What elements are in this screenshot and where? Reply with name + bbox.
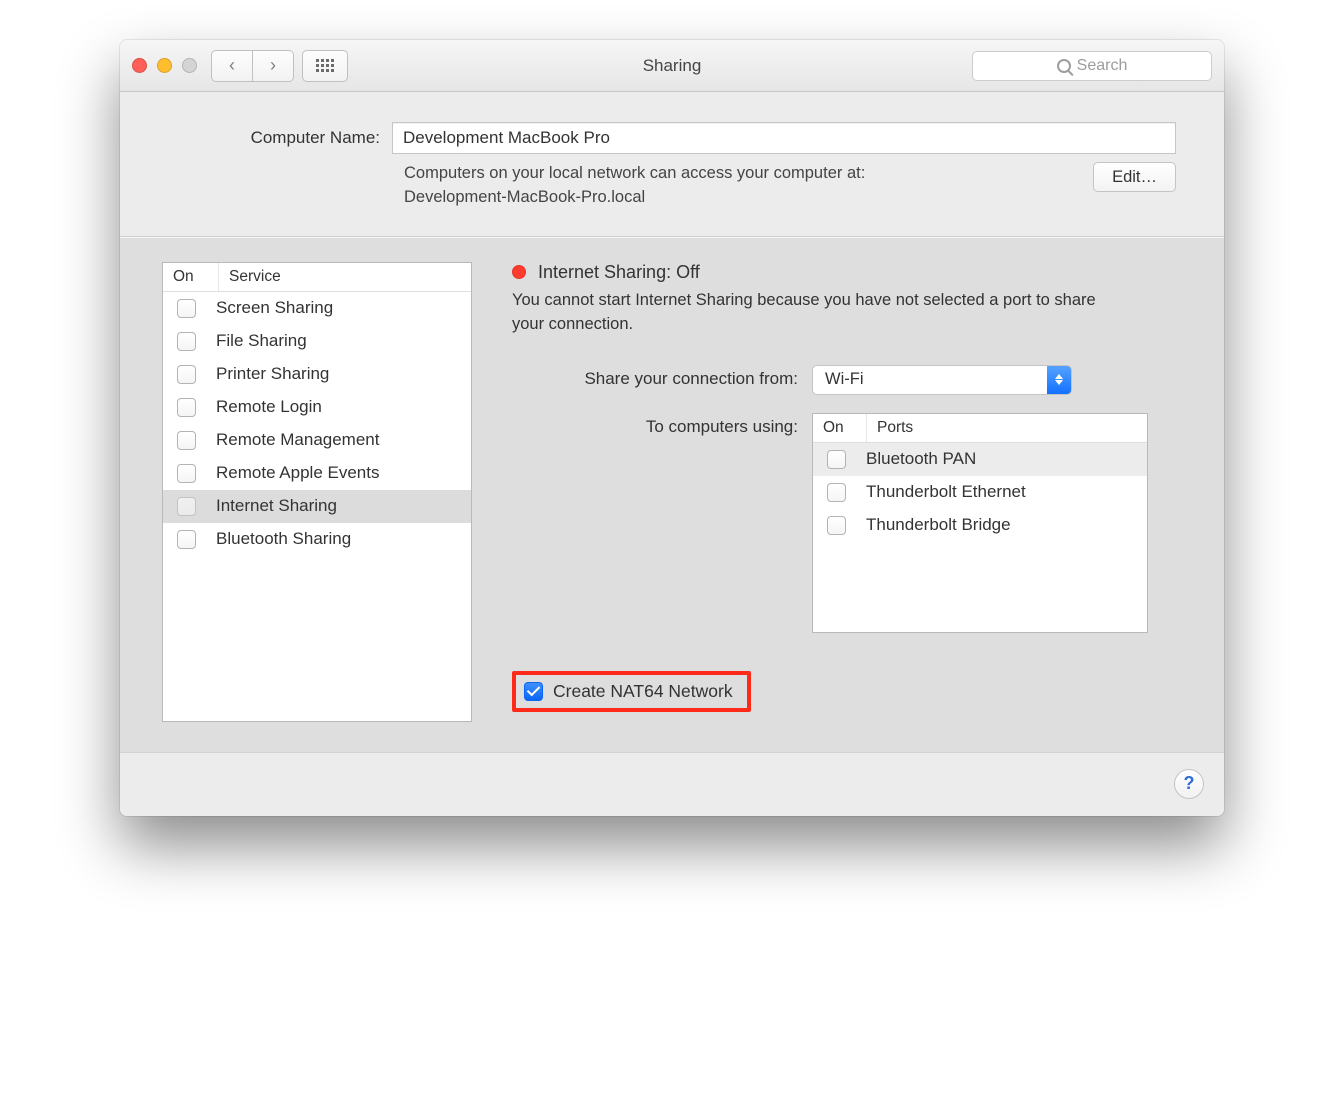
- port-row-bluetooth-pan[interactable]: Bluetooth PAN: [813, 443, 1147, 476]
- checkbox-icon[interactable]: [177, 398, 196, 417]
- sharing-preferences-window: ‹ › Sharing Search Computer Name:: [120, 40, 1224, 816]
- services-header: On Service: [163, 263, 471, 292]
- checkbox-icon[interactable]: [827, 483, 846, 502]
- checkbox-icon[interactable]: [177, 299, 196, 318]
- status-description: You cannot start Internet Sharing becaus…: [512, 289, 1112, 337]
- help-button[interactable]: ?: [1174, 769, 1204, 799]
- to-computers-label: To computers using:: [512, 413, 812, 437]
- chevron-left-icon: ‹: [229, 55, 235, 76]
- chevron-right-icon: ›: [270, 55, 276, 76]
- service-detail-pane: Internet Sharing: Off You cannot start I…: [512, 262, 1182, 722]
- service-row-remote-login[interactable]: Remote Login: [163, 391, 471, 424]
- nat64-checkbox[interactable]: [524, 682, 543, 701]
- dropdown-arrows-icon: [1047, 366, 1071, 394]
- ports-list[interactable]: On Ports Bluetooth PAN Thunderbolt Ether…: [812, 413, 1148, 633]
- grid-icon: [316, 59, 334, 72]
- share-from-value: Wi-Fi: [825, 370, 863, 389]
- port-row-thunderbolt-ethernet[interactable]: Thunderbolt Ethernet: [813, 476, 1147, 509]
- main-content: On Service Screen Sharing File Sharing P…: [120, 237, 1224, 752]
- checkbox-icon[interactable]: [177, 530, 196, 549]
- search-input[interactable]: Search: [972, 51, 1212, 81]
- nat64-label: Create NAT64 Network: [553, 681, 733, 702]
- edit-hostname-button[interactable]: Edit…: [1093, 162, 1176, 192]
- services-col-service: Service: [219, 263, 471, 291]
- service-row-bluetooth-sharing[interactable]: Bluetooth Sharing: [163, 523, 471, 556]
- search-icon: [1057, 59, 1071, 73]
- services-list[interactable]: On Service Screen Sharing File Sharing P…: [162, 262, 472, 722]
- checkbox-icon[interactable]: [177, 464, 196, 483]
- ports-col-on: On: [813, 414, 867, 442]
- computer-name-label: Computer Name:: [168, 128, 392, 148]
- show-all-button[interactable]: [302, 50, 348, 82]
- share-from-select[interactable]: Wi-Fi: [812, 365, 1072, 395]
- titlebar: ‹ › Sharing Search: [120, 40, 1224, 92]
- search-placeholder: Search: [1077, 57, 1128, 75]
- status-title: Internet Sharing: Off: [538, 262, 700, 283]
- nav-buttons: ‹ ›: [211, 50, 294, 82]
- checkbox-icon[interactable]: [827, 450, 846, 469]
- traffic-lights: [132, 58, 197, 73]
- ports-col-ports: Ports: [867, 414, 1147, 442]
- port-row-thunderbolt-bridge[interactable]: Thunderbolt Bridge: [813, 509, 1147, 542]
- computer-name-subtext: Computers on your local network can acce…: [404, 162, 1077, 210]
- zoom-window-button[interactable]: [182, 58, 197, 73]
- checkbox-icon[interactable]: [177, 365, 196, 384]
- forward-button[interactable]: ›: [252, 50, 294, 82]
- service-row-screen-sharing[interactable]: Screen Sharing: [163, 292, 471, 325]
- close-window-button[interactable]: [132, 58, 147, 73]
- computer-name-field[interactable]: [392, 122, 1176, 154]
- question-icon: ?: [1184, 773, 1195, 794]
- service-row-printer-sharing[interactable]: Printer Sharing: [163, 358, 471, 391]
- footer: ?: [120, 752, 1224, 816]
- service-row-internet-sharing[interactable]: Internet Sharing: [163, 490, 471, 523]
- computer-name-section: Computer Name: Computers on your local n…: [120, 92, 1224, 237]
- nat64-highlight: Create NAT64 Network: [512, 671, 751, 712]
- services-col-on: On: [163, 263, 219, 291]
- checkbox-icon[interactable]: [177, 431, 196, 450]
- status-indicator-icon: [512, 265, 526, 279]
- checkbox-icon[interactable]: [177, 497, 196, 516]
- service-row-file-sharing[interactable]: File Sharing: [163, 325, 471, 358]
- checkbox-icon[interactable]: [827, 516, 846, 535]
- checkbox-icon[interactable]: [177, 332, 196, 351]
- ports-header: On Ports: [813, 414, 1147, 443]
- back-button[interactable]: ‹: [211, 50, 253, 82]
- service-row-apple-events[interactable]: Remote Apple Events: [163, 457, 471, 490]
- minimize-window-button[interactable]: [157, 58, 172, 73]
- status-row: Internet Sharing: Off: [512, 262, 1182, 283]
- share-from-label: Share your connection from:: [512, 365, 812, 389]
- service-row-remote-management[interactable]: Remote Management: [163, 424, 471, 457]
